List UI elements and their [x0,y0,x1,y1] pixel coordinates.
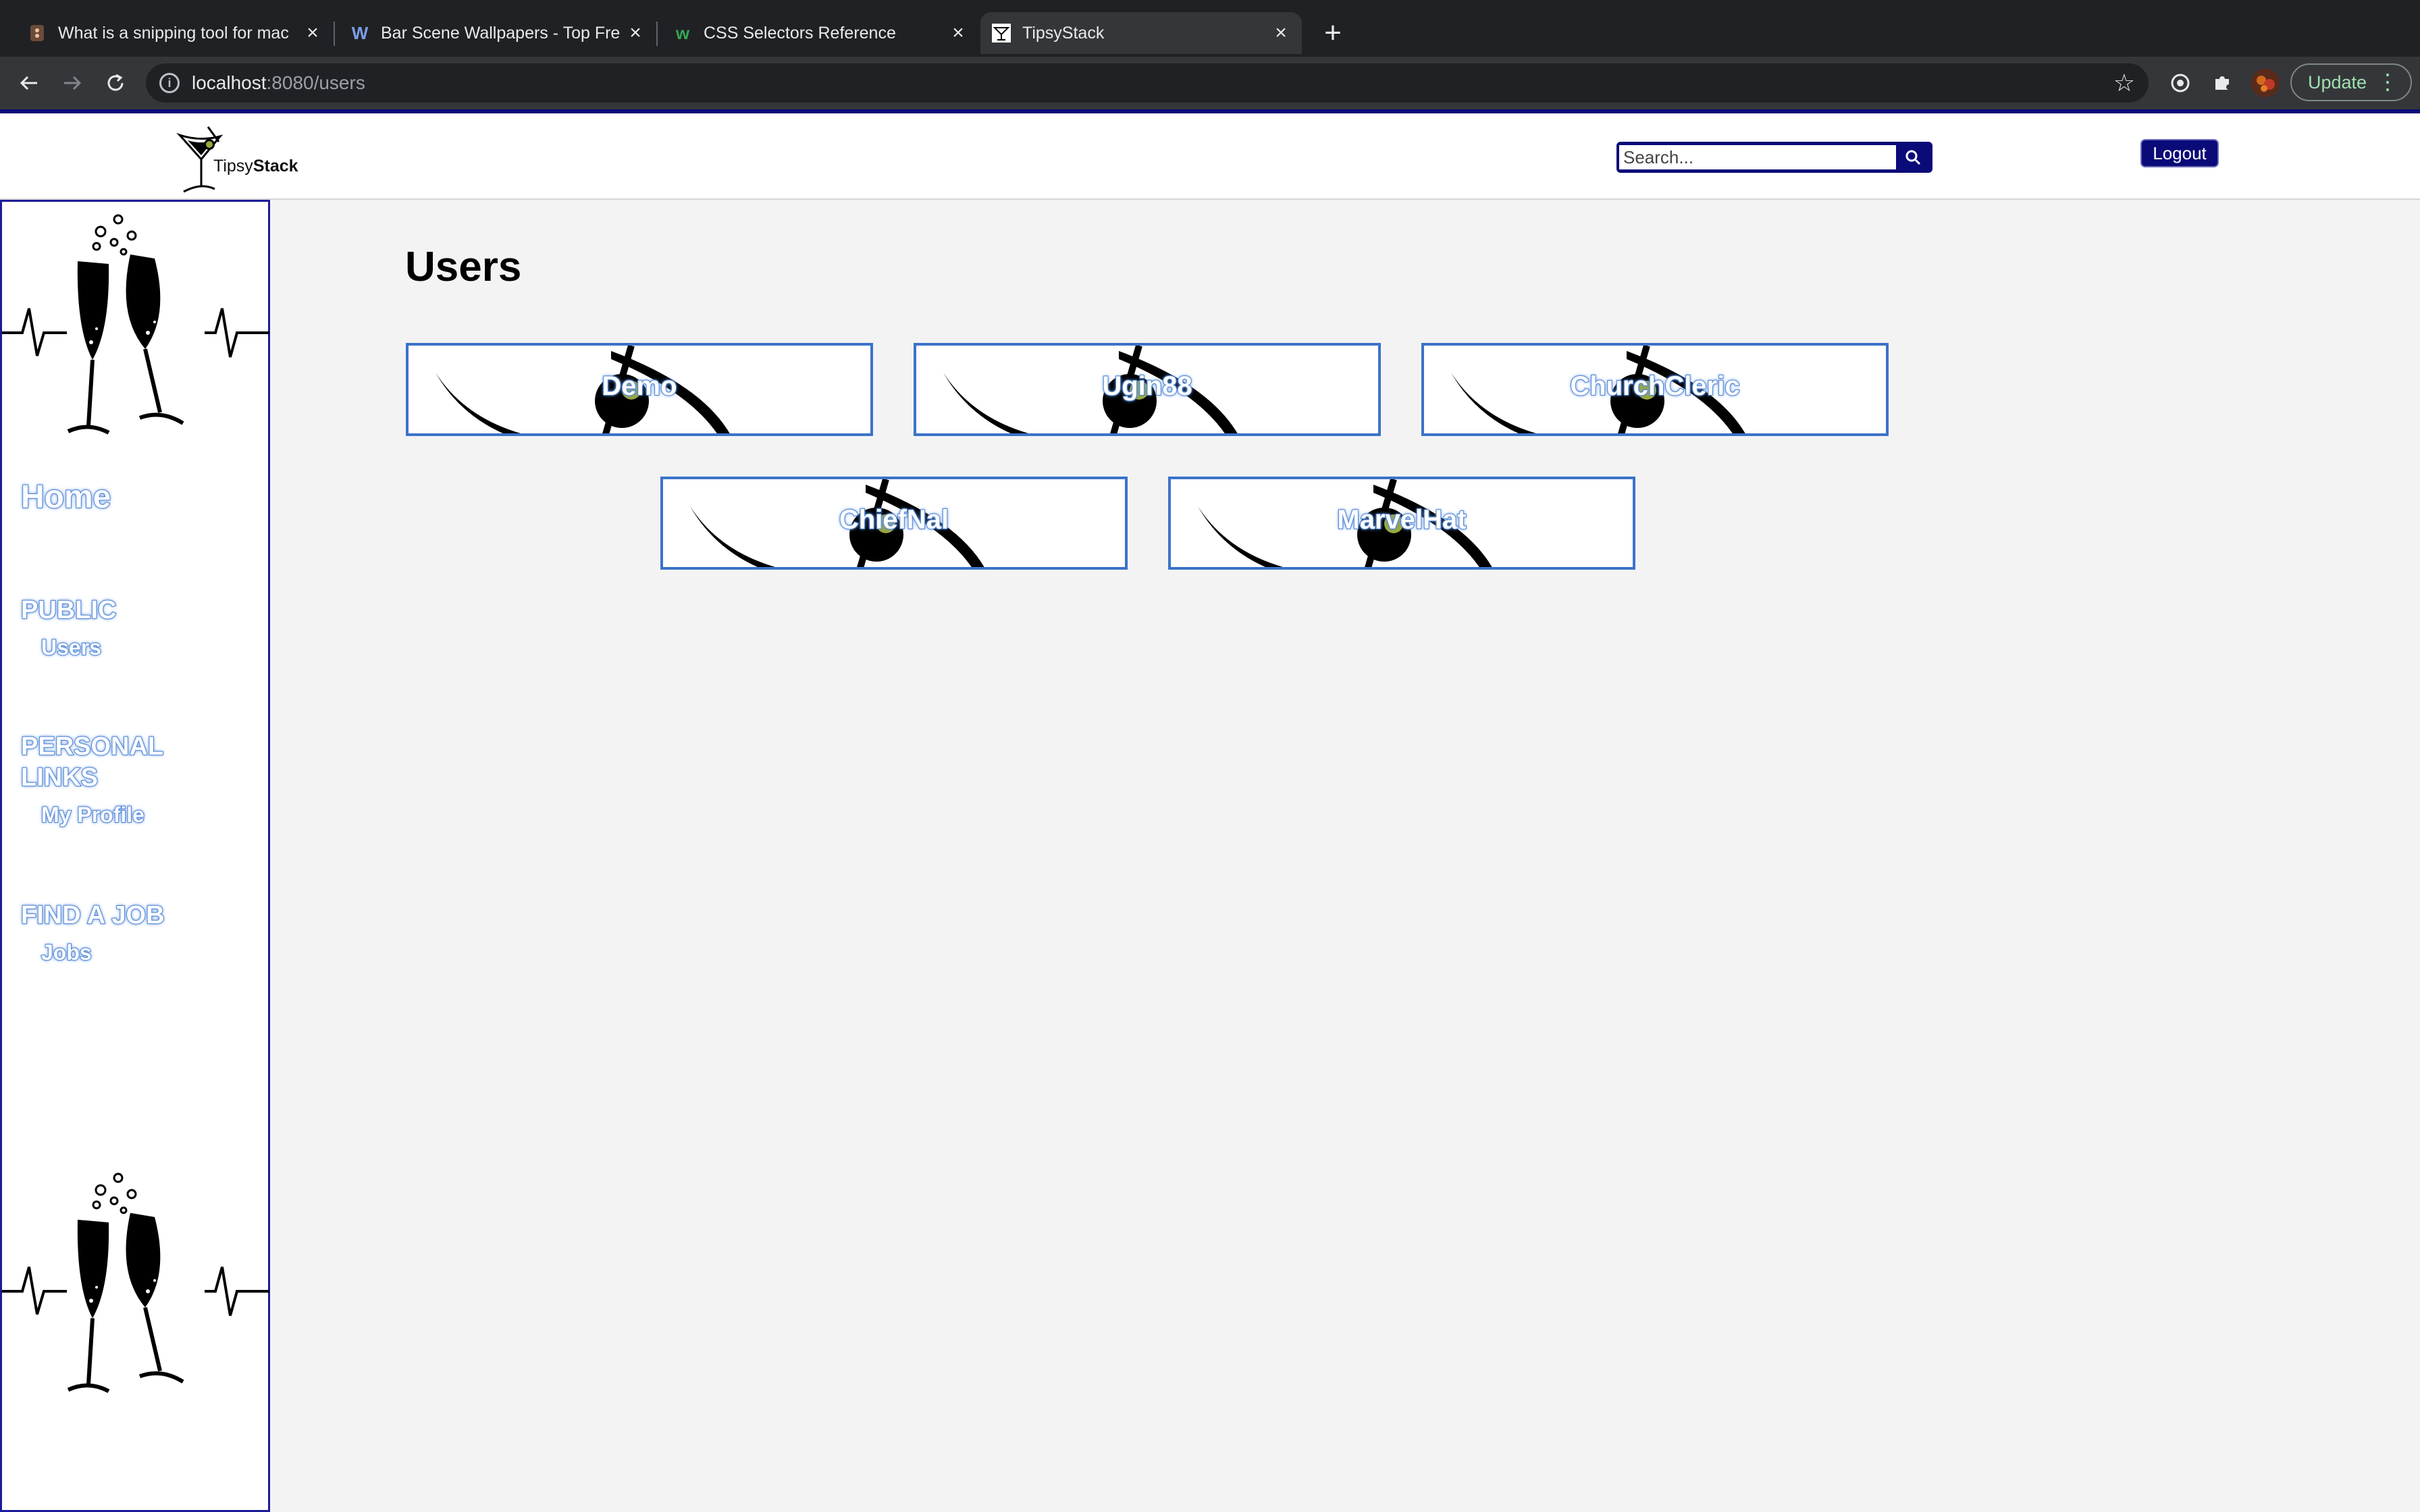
user-card-marvelhat[interactable]: MarvelHat [1168,477,1635,570]
forward-arrow-icon [64,76,82,90]
user-card-name: MarvelHat [1336,504,1467,535]
search-form [1616,142,1932,173]
site-logo-text[interactable]: TipsyStack [213,157,298,176]
user-card-chiefnal[interactable]: ChiefNal [660,477,1128,570]
browser-tab-strip: What is a snipping tool for mac × W Bar … [0,0,2420,57]
tab-title: Bar Scene Wallpapers - Top Fre [381,23,621,43]
bookmark-star-icon[interactable]: ☆ [2113,69,2135,97]
tab-title: CSS Selectors Reference [704,23,896,43]
close-tab-icon[interactable]: × [948,22,968,45]
w-favicon-icon: W [351,22,369,43]
page-title: Users [405,244,522,290]
user-card-name: Demo [601,371,677,402]
puzzle-icon [2215,76,2229,90]
sidebar: Home PUBLIC Users PERSONAL LINKS My Prof… [0,200,270,1512]
sidebar-heading-find-a-job: FIND A JOB [20,900,165,930]
user-card-demo[interactable]: Demo [406,343,873,436]
profile-button[interactable] [2248,66,2282,100]
search-input[interactable] [1619,145,1896,169]
user-card-name: Ugin88 [1101,371,1192,402]
snipping-favicon-icon [27,23,47,43]
close-tab-icon[interactable]: × [1271,22,1291,45]
search-button[interactable] [1896,145,1930,169]
tab-title: TipsyStack [1022,23,1105,43]
user-card-ugin88[interactable]: Ugin88 [914,343,1381,436]
sidebar-heading-public: PUBLIC [20,595,117,625]
tab-divider [656,22,658,46]
extension-button[interactable] [2163,66,2197,100]
site-header: TipsyStack Logout [0,113,2420,200]
tab-css-selectors[interactable]: w CSS Selectors Reference × [662,12,979,54]
user-card-churchcleric[interactable]: ChurchCleric [1421,343,1889,436]
champagne-glasses-icon [2,1172,269,1393]
logo-text-bold: Stack [253,157,298,176]
sidebar-home-link[interactable]: Home [20,479,111,516]
tab-divider [334,22,335,46]
forward-button[interactable] [55,66,89,100]
update-label: Update [2308,72,2367,92]
tipsystack-favicon-icon [991,23,1011,43]
web-page: TipsyStack Logout [0,109,2420,1512]
champagne-glasses-icon [2,214,269,435]
url-path: :8080/users [266,72,365,93]
close-tab-icon[interactable]: × [302,22,323,45]
sidebar-item-jobs[interactable]: Jobs [41,940,93,965]
close-tab-icon[interactable]: × [625,22,646,45]
new-tab-button[interactable]: + [1319,15,1346,51]
logout-button[interactable]: Logout [2140,139,2219,167]
sidebar-item-users[interactable]: Users [41,634,102,660]
more-vert-icon[interactable]: ⋮ [2377,70,2398,93]
sidebar-heading-personal-links: PERSONAL LINKS [20,732,163,792]
sidebar-item-my-profile[interactable]: My Profile [41,802,145,828]
user-card-name: ChurchCleric [1569,371,1740,402]
back-arrow-icon [20,76,37,90]
user-card-name: ChiefNal [839,504,949,535]
tab-tipsystack[interactable]: TipsyStack × [980,12,1302,54]
logo-text-light: Tipsy [213,157,253,176]
reload-button[interactable] [99,66,132,100]
browser-toolbar: i localhost:8080/users ☆ Update ⋮ [0,57,2420,109]
extension-circle-icon [2171,74,2190,92]
address-bar[interactable]: i localhost:8080/users ☆ [146,63,2149,103]
back-button[interactable] [12,66,46,100]
tab-snipping[interactable]: What is a snipping tool for mac × [16,12,334,54]
extensions-menu-button[interactable] [2205,66,2239,100]
reload-icon [107,74,124,91]
site-info-icon[interactable]: i [159,73,180,93]
search-icon [1905,150,1921,165]
tab-bar-scene[interactable]: W Bar Scene Wallpapers - Top Fre × [339,12,656,54]
tab-title: What is a snipping tool for mac [58,23,289,43]
update-button[interactable]: Update ⋮ [2290,63,2412,101]
w3-favicon-icon: w [675,22,690,43]
avatar [2251,69,2280,97]
url-host: localhost [192,72,267,93]
